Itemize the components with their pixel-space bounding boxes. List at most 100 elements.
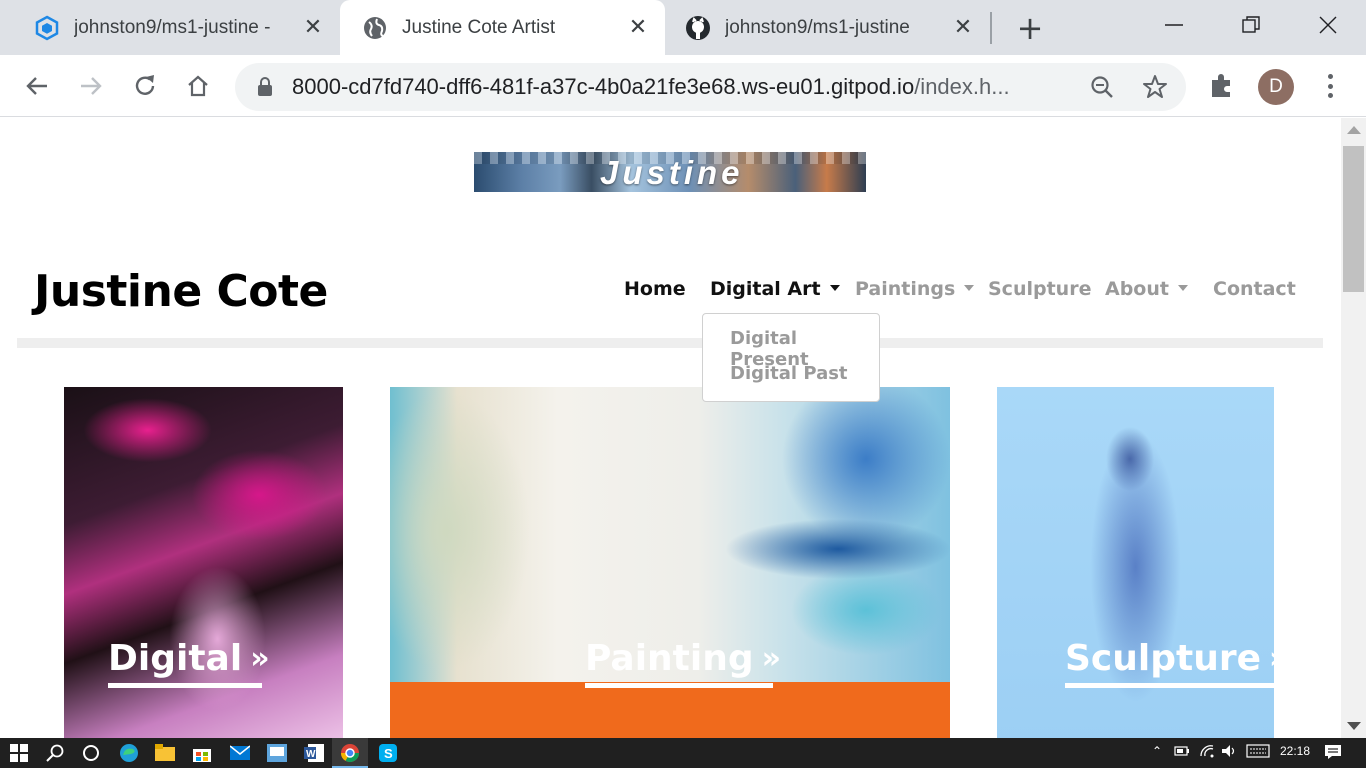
minimize-button[interactable]: [1154, 8, 1194, 42]
restore-icon: [1242, 16, 1260, 33]
card-link-digital[interactable]: Digital»: [108, 637, 270, 688]
tab-title: johnston9/ms1-justine: [725, 16, 910, 38]
minimize-icon: [1165, 24, 1183, 26]
nav-home-label: Home: [624, 278, 686, 300]
digital-art-dropdown: Digital Present Digital Past: [702, 313, 880, 402]
menu-kebab-icon[interactable]: [1318, 71, 1342, 101]
close-icon[interactable]: ✕: [302, 14, 324, 39]
double-chevron-right-icon: »: [761, 641, 782, 676]
card-label: Digital: [108, 638, 243, 679]
search-icon[interactable]: [44, 742, 66, 764]
skype-icon[interactable]: S: [377, 742, 399, 764]
url-path: /index.h...: [914, 74, 1010, 99]
nav-paintings-label: Paintings: [855, 278, 956, 300]
card-link-painting[interactable]: Painting»: [585, 637, 782, 688]
battery-icon[interactable]: [1174, 744, 1190, 761]
arrow-left-icon: [26, 77, 47, 95]
card-link-sculpture[interactable]: Sculpture»: [1065, 637, 1274, 688]
tab-github[interactable]: johnston9/ms1-justine ✕: [665, 0, 990, 55]
nav-contact-label: Contact: [1213, 278, 1296, 300]
card-painting[interactable]: Painting»: [390, 387, 950, 738]
notification-icon[interactable]: [1324, 744, 1342, 763]
close-icon[interactable]: ✕: [627, 14, 649, 39]
svg-text:S: S: [384, 746, 393, 761]
gitpod-icon: [34, 15, 60, 41]
nav-contact[interactable]: Contact: [1213, 278, 1296, 300]
card-sculpture[interactable]: Sculpture»: [997, 387, 1274, 738]
header-divider: [17, 338, 1323, 348]
caret-down-icon: [829, 285, 840, 291]
forward-button[interactable]: [74, 69, 108, 103]
banner-image: Justine: [474, 152, 866, 192]
tab-separator: [990, 12, 992, 44]
scrollbar-thumb[interactable]: [1343, 146, 1364, 292]
svg-text:W: W: [306, 749, 316, 760]
store-icon[interactable]: [191, 742, 213, 764]
card-label: Sculpture: [1065, 638, 1262, 679]
new-tab-button[interactable]: +: [1012, 9, 1048, 47]
nav-about[interactable]: About: [1105, 278, 1188, 300]
home-button[interactable]: [181, 69, 215, 103]
page-scrollbar[interactable]: [1341, 118, 1366, 738]
browser-toolbar: 8000-cd7fd740-dff6-481f-a37c-4b0a21fe3e6…: [0, 55, 1366, 117]
clock[interactable]: 22:18: [1280, 744, 1310, 758]
wifi-icon[interactable]: [1199, 744, 1215, 761]
lock-icon: [257, 77, 273, 101]
word-icon[interactable]: W: [303, 742, 325, 764]
nav-sculpture[interactable]: Sculpture: [988, 278, 1091, 300]
close-window-button[interactable]: [1308, 8, 1348, 42]
tab-gitpod[interactable]: johnston9/ms1-justine - ✕: [0, 0, 340, 55]
tab-justine-cote-artist[interactable]: Justine Cote Artist ✕: [340, 0, 665, 55]
nav-sculpture-label: Sculpture: [988, 278, 1092, 300]
bookmark-star-icon[interactable]: [1142, 74, 1168, 104]
windows-start-icon[interactable]: [8, 742, 30, 764]
github-icon: [685, 15, 711, 41]
puzzle-extensions-icon[interactable]: [1208, 71, 1236, 103]
reload-button[interactable]: [128, 69, 162, 103]
windows-taskbar: W S ⌃ 22:18: [0, 738, 1366, 768]
scroll-up-arrow-icon[interactable]: [1347, 126, 1361, 134]
restore-button[interactable]: [1231, 8, 1271, 42]
address-bar[interactable]: 8000-cd7fd740-dff6-481f-a37c-4b0a21fe3e6…: [235, 63, 1186, 111]
url-text: 8000-cd7fd740-dff6-481f-a37c-4b0a21fe3e6…: [292, 74, 1010, 100]
scroll-down-arrow-icon[interactable]: [1347, 722, 1361, 730]
home-icon: [188, 75, 208, 97]
card-label: Painting: [585, 638, 754, 679]
browser-tab-strip: johnston9/ms1-justine - ✕ Justine Cote A…: [0, 0, 1366, 55]
nav-home[interactable]: Home: [624, 278, 686, 300]
dropdown-item-digital-past[interactable]: Digital Past: [703, 363, 879, 398]
volume-icon[interactable]: [1221, 744, 1237, 761]
reload-icon: [135, 75, 155, 95]
file-explorer-icon[interactable]: [154, 742, 176, 764]
url-host: 8000-cd7fd740-dff6-481f-a37c-4b0a21fe3e6…: [292, 74, 915, 99]
caret-down-icon: [1177, 285, 1188, 291]
plus-icon: +: [1016, 9, 1044, 47]
banner-text: Justine: [600, 154, 744, 191]
nav-digital-art-label: Digital Art: [710, 278, 821, 300]
double-chevron-right-icon: »: [1269, 641, 1274, 676]
dropdown-item-digital-present[interactable]: Digital Present: [703, 328, 879, 370]
card-digital[interactable]: Digital»: [64, 387, 343, 738]
task-view-icon[interactable]: [80, 742, 102, 764]
close-icon: [1319, 16, 1337, 34]
keyboard-icon[interactable]: [1246, 744, 1270, 761]
chevron-up-icon[interactable]: ⌃: [1152, 744, 1162, 758]
edge-icon[interactable]: [118, 742, 140, 764]
zoom-icon[interactable]: [1090, 75, 1114, 103]
globe-icon: [362, 15, 388, 41]
tab-title: johnston9/ms1-justine -: [74, 16, 271, 38]
double-chevron-right-icon: »: [250, 641, 270, 676]
chrome-icon[interactable]: [339, 742, 361, 764]
nav-paintings[interactable]: Paintings: [855, 278, 975, 300]
profile-avatar[interactable]: D: [1258, 69, 1294, 105]
back-button[interactable]: [20, 69, 54, 103]
arrow-right-icon: [81, 77, 102, 95]
site-brand[interactable]: Justine Cote: [34, 266, 328, 317]
caret-down-icon: [964, 285, 975, 291]
nav-about-label: About: [1105, 278, 1169, 300]
page-viewport: Justine Justine Cote Home Digital Art Pa…: [0, 118, 1341, 738]
nav-digital-art[interactable]: Digital Art: [710, 278, 840, 300]
mail-icon[interactable]: [229, 742, 251, 764]
close-icon[interactable]: ✕: [952, 14, 974, 39]
control-panel-icon[interactable]: [266, 742, 288, 764]
